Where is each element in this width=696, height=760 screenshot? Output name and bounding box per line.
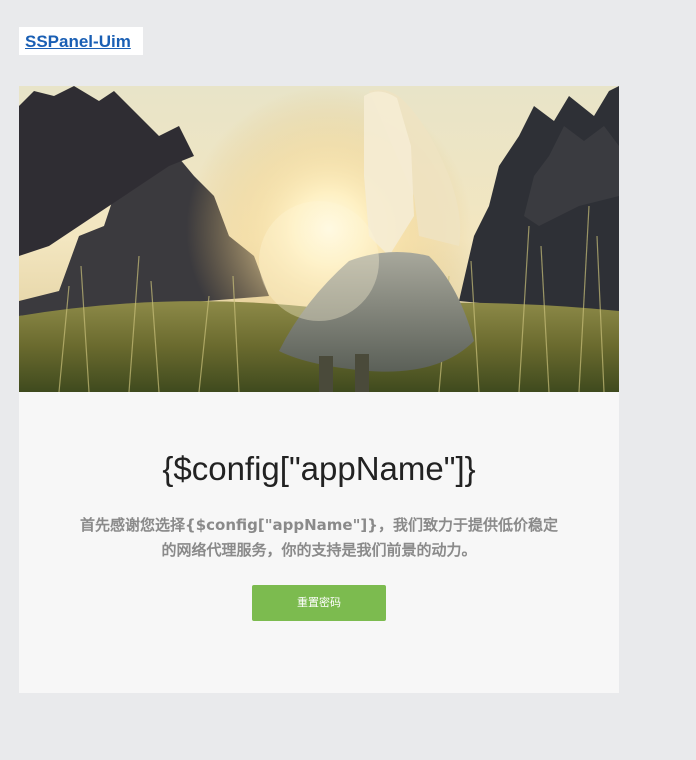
intro-text: 首先感谢您选择{$config["appName"]}，我们致力于提供低价稳定 … (69, 513, 569, 563)
reset-password-button[interactable]: 重置密码 (252, 585, 386, 621)
hero-image (19, 86, 619, 392)
email-card: {$config["appName"]} 首先感谢您选择{$config["ap… (19, 86, 619, 693)
brand-link[interactable]: SSPanel-Uim (25, 32, 131, 52)
intro-line-1: 首先感谢您选择{$config["appName"]}，我们致力于提供低价稳定 (80, 516, 558, 534)
brand-header: SSPanel-Uim (19, 27, 143, 55)
hero-illustration (19, 86, 619, 392)
intro-line-2: 的网络代理服务，你的支持是我们前景的动力。 (161, 541, 477, 559)
app-name-heading: {$config["appName"]} (162, 450, 476, 487)
